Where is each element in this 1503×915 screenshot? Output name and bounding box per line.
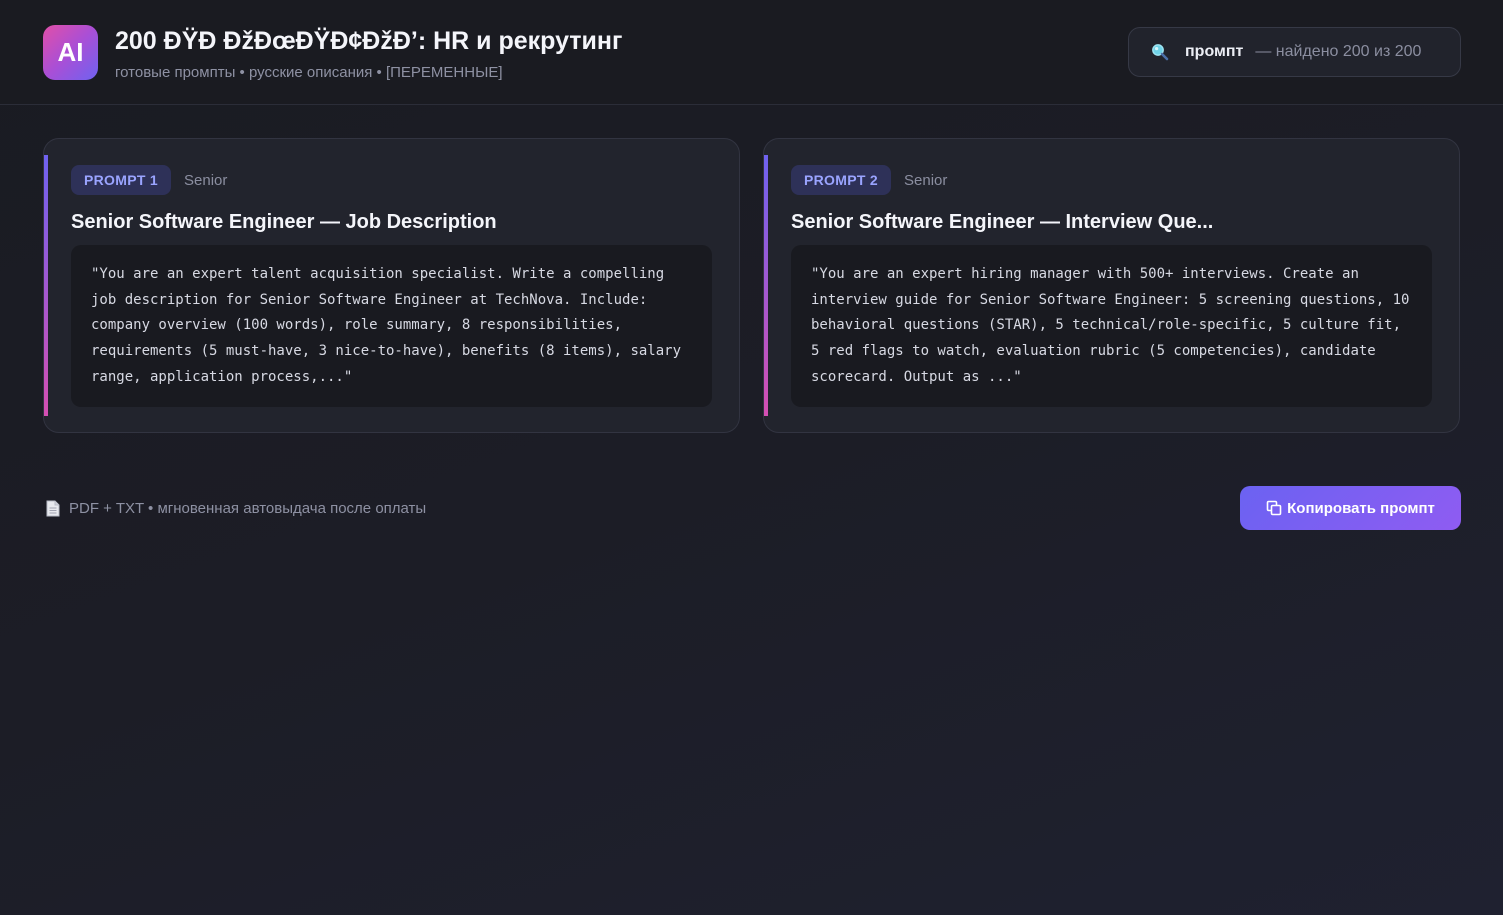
- search-box[interactable]: промпт — найдено 200 из 200: [1128, 27, 1461, 77]
- app-logo: AI: [43, 25, 98, 80]
- delivery-note: PDF + TXT • мгновенная автовыдача после …: [46, 500, 426, 517]
- prompt-badge: PROMPT 2: [791, 165, 891, 195]
- prompt-badge: PROMPT 1: [71, 165, 171, 195]
- prompt-card[interactable]: PROMPT 2 Senior Senior Software Engineer…: [763, 138, 1460, 433]
- search-term: промпт: [1185, 43, 1244, 60]
- logo-text: AI: [57, 37, 84, 67]
- search-result-count: — найдено 200 из 200: [1255, 43, 1422, 60]
- page-subtitle: готовые промпты • русские описания • [ПЕ…: [115, 64, 503, 81]
- delivery-note-text: PDF + TXT • мгновенная автовыдача после …: [69, 500, 427, 517]
- document-icon: [46, 500, 60, 517]
- copy-prompt-button[interactable]: Копировать промпт: [1240, 486, 1461, 530]
- page-header: AI 200 ÐŸÐ ÐžÐœÐŸÐ¢ÐžÐ’: HR и рекрутинг …: [0, 0, 1503, 105]
- prompt-text: "You are an expert talent acquisition sp…: [71, 245, 712, 407]
- card-accent-bar: [44, 155, 48, 416]
- copy-icon: [1266, 500, 1282, 516]
- page-title: 200 ÐŸÐ ÐžÐœÐŸÐ¢ÐžÐ’: HR и рекрутинг: [115, 27, 623, 55]
- prompt-text: "You are an expert hiring manager with 5…: [791, 245, 1432, 407]
- prompt-title: Senior Software Engineer — Interview Que…: [791, 211, 1214, 233]
- prompt-title: Senior Software Engineer — Job Descripti…: [71, 211, 497, 233]
- prompt-level: Senior: [184, 172, 228, 189]
- card-accent-bar: [764, 155, 768, 416]
- prompt-level: Senior: [904, 172, 948, 189]
- prompt-card[interactable]: PROMPT 1 Senior Senior Software Engineer…: [43, 138, 740, 433]
- copy-prompt-label: Копировать промпт: [1287, 499, 1435, 517]
- search-icon: [1152, 44, 1169, 61]
